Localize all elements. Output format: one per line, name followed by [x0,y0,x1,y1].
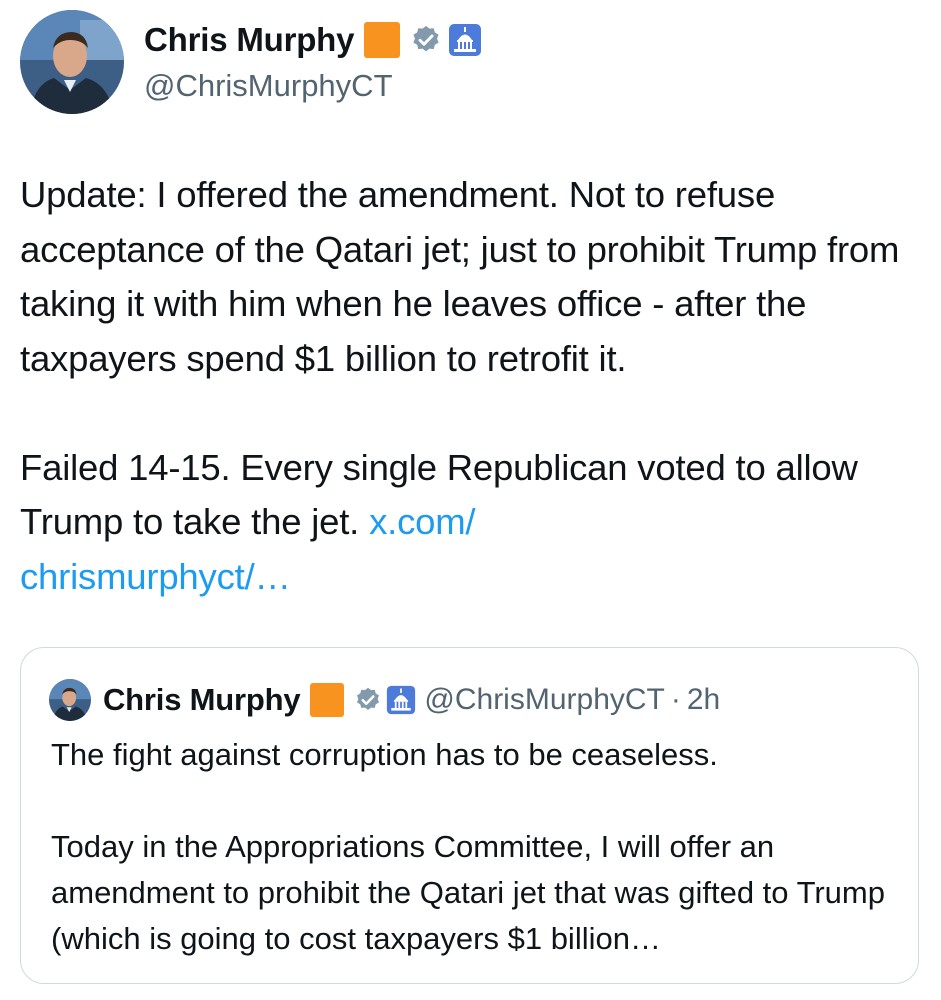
quoted-avatar [49,679,91,721]
separator-dot: · [670,683,681,716]
orange-square-emoji [310,683,345,717]
quoted-tweet-text: The fight against corruption has to be c… [51,737,885,956]
quoted-tweet-card[interactable]: Chris Murphy @ChrisMurphyCT · 2h The fig… [20,647,919,984]
quoted-timestamp: 2h [686,683,721,716]
capitol-building-icon [386,685,416,715]
orange-square-emoji [364,22,401,58]
avatar[interactable] [20,10,124,114]
quoted-author-name: Chris Murphy [103,682,301,717]
author-handle[interactable]: @ChrisMurphyCT [144,68,482,104]
capitol-building-icon[interactable] [448,23,482,57]
tweet-text: Update: I offered the amendment. Not to … [20,168,925,604]
quoted-tweet-header: Chris Murphy @ChrisMurphyCT · 2h [49,676,720,724]
tweet-header: Chris Murphy @ChrisMurphyCT [20,10,482,114]
author-name[interactable]: Chris Murphy [144,21,354,59]
quoted-author-handle: @ChrisMurphyCT [424,683,665,716]
verified-badge-icon[interactable] [410,24,442,56]
verified-badge-icon [354,686,382,714]
tweet-body: Update: I offered the amendment. Not to … [20,174,900,542]
